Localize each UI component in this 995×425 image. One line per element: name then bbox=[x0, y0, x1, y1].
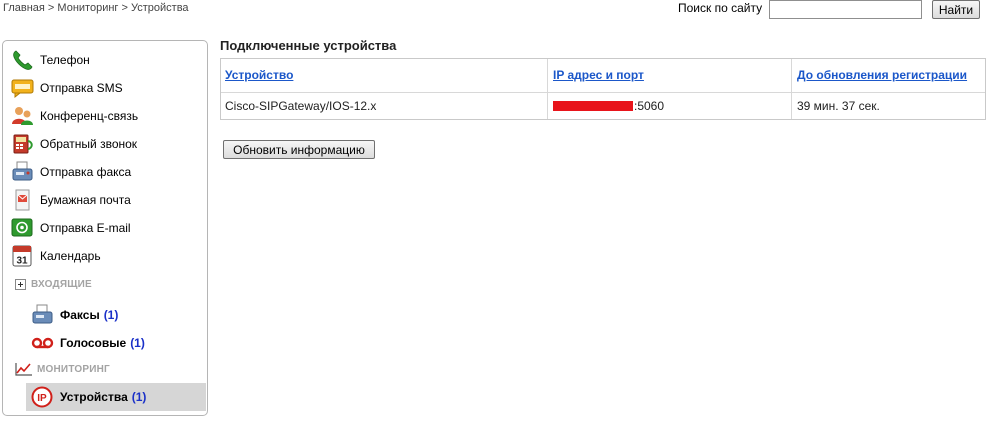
sidebar-item-label: Устройства bbox=[60, 390, 128, 404]
refresh-info-button[interactable]: Обновить информацию bbox=[223, 140, 375, 159]
sidebar-item-label: Отправка факса bbox=[40, 165, 132, 179]
item-count: (1) bbox=[130, 336, 145, 350]
breadcrumb-current: Устройства bbox=[130, 2, 189, 14]
redaction-bar bbox=[553, 100, 633, 111]
device-name-cell: Cisco-SIPGateway/IOS-12.x bbox=[225, 99, 377, 113]
sidebar: Телефон Отправка SMS Конференц-связь Обр… bbox=[2, 40, 208, 416]
monitoring-section-title: МОНИТОРИНГ bbox=[37, 363, 110, 375]
sidebar-item-label: Факсы bbox=[60, 308, 100, 322]
sidebar-item-label: Бумажная почта bbox=[40, 193, 131, 207]
breadcrumb-home-link[interactable]: Главная bbox=[3, 2, 45, 14]
item-count: (1) bbox=[131, 390, 147, 404]
sidebar-item-faxes[interactable]: Факсы (1) bbox=[31, 303, 118, 327]
sidebar-item-calendar[interactable]: 31 Календарь bbox=[11, 244, 101, 268]
incoming-section-header[interactable]: ВХОДЯЩИЕ bbox=[15, 279, 92, 290]
registration-expiry-cell: 39 мин. 37 сек. bbox=[797, 99, 880, 113]
sidebar-item-label: Календарь bbox=[40, 249, 101, 263]
sidebar-item-label: Отправка SMS bbox=[40, 81, 123, 95]
expand-plus-icon[interactable] bbox=[15, 279, 26, 290]
column-header-ip-port[interactable]: IP адрес и порт bbox=[553, 68, 644, 82]
fax-icon bbox=[31, 304, 55, 326]
page-title: Подключенные устройства bbox=[220, 38, 397, 53]
voicemail-icon bbox=[31, 332, 55, 354]
breadcrumb-separator: > bbox=[44, 2, 58, 14]
monitoring-section-header[interactable]: МОНИТОРИНГ bbox=[15, 362, 110, 376]
svg-text:IP: IP bbox=[37, 393, 47, 404]
sidebar-item-label: Телефон bbox=[40, 53, 90, 67]
incoming-section-title: ВХОДЯЩИЕ bbox=[31, 279, 92, 290]
column-header-registration-expiry[interactable]: До обновления регистрации bbox=[797, 68, 967, 82]
calendar-icon: 31 bbox=[11, 245, 35, 267]
sms-icon bbox=[11, 77, 35, 99]
sidebar-item-voicemail[interactable]: Голосовые (1) bbox=[31, 331, 145, 355]
breadcrumb: Главная > Мониторинг > Устройства bbox=[3, 2, 189, 14]
breadcrumb-separator: > bbox=[118, 2, 131, 14]
ip-device-icon: IP bbox=[31, 386, 55, 408]
sidebar-item-email[interactable]: Отправка E-mail bbox=[11, 216, 131, 240]
callback-icon bbox=[11, 133, 35, 155]
sidebar-item-paper-mail[interactable]: Бумажная почта bbox=[11, 188, 131, 212]
phone-icon bbox=[11, 49, 35, 71]
search-input[interactable] bbox=[769, 0, 922, 19]
sidebar-item-devices[interactable]: IP Устройства (1) bbox=[31, 385, 146, 409]
search-button[interactable]: Найти bbox=[932, 0, 980, 19]
item-count: (1) bbox=[103, 308, 119, 322]
ip-port-cell: :5060 bbox=[553, 99, 664, 113]
sidebar-item-conference[interactable]: Конференц-связь bbox=[11, 104, 138, 128]
sidebar-item-label: Обратный звонок bbox=[40, 137, 138, 151]
fax-icon bbox=[11, 161, 35, 183]
email-icon bbox=[11, 217, 35, 239]
sidebar-item-label: Голосовые bbox=[60, 336, 127, 350]
top-bar: Главная > Мониторинг > Устройства Поиск … bbox=[0, 0, 995, 24]
table-row: Cisco-SIPGateway/IOS-12.x :5060 39 мин. … bbox=[221, 92, 985, 119]
search-label: Поиск по сайту bbox=[678, 1, 763, 15]
port-value: :5060 bbox=[634, 99, 665, 113]
conference-icon bbox=[11, 105, 35, 127]
devices-table: Устройство IP адрес и порт До обновления… bbox=[220, 58, 986, 120]
table-header-row: Устройство IP адрес и порт До обновления… bbox=[221, 59, 985, 93]
calendar-day-number: 31 bbox=[16, 256, 28, 267]
sidebar-item-sms[interactable]: Отправка SMS bbox=[11, 76, 123, 100]
sidebar-item-label: Отправка E-mail bbox=[40, 221, 131, 235]
column-header-device[interactable]: Устройство bbox=[225, 68, 293, 82]
breadcrumb-monitoring-link[interactable]: Мониторинг bbox=[57, 2, 118, 14]
sidebar-item-label: Конференц-связь bbox=[40, 109, 139, 123]
chart-line-icon bbox=[15, 362, 33, 376]
sidebar-item-fax[interactable]: Отправка факса bbox=[11, 160, 131, 184]
sidebar-item-phone[interactable]: Телефон bbox=[11, 48, 90, 72]
sidebar-item-callback[interactable]: Обратный звонок bbox=[11, 132, 137, 156]
paper-mail-icon bbox=[11, 189, 35, 211]
